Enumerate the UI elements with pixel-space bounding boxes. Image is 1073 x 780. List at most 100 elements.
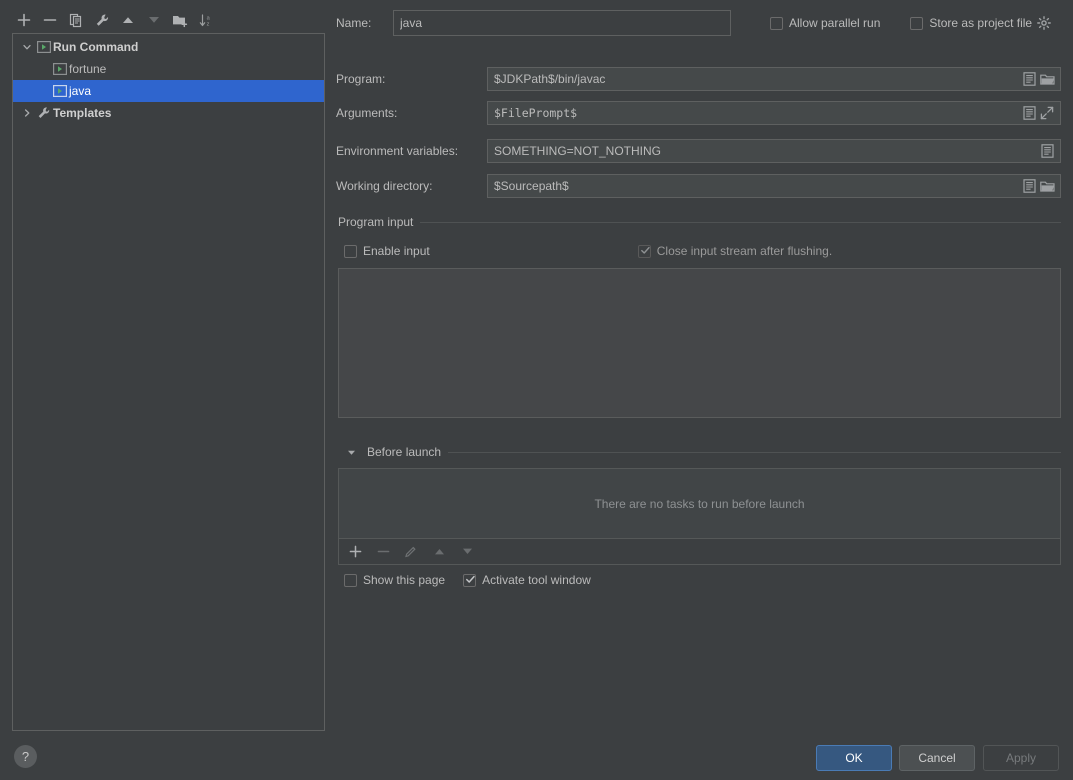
program-label: Program: [336, 72, 386, 86]
remove-configuration-button[interactable] [38, 8, 62, 32]
browse-folder-icon[interactable] [1038, 176, 1056, 196]
move-up-button[interactable] [116, 8, 140, 32]
name-label: Name: [336, 16, 372, 30]
edit-templates-button[interactable] [90, 8, 114, 32]
checkbox-box [463, 573, 477, 588]
chevron-down-icon[interactable] [19, 39, 35, 55]
before-launch-group-header[interactable]: Before launch [342, 442, 1061, 462]
gear-icon[interactable] [1035, 13, 1053, 33]
browse-folder-icon[interactable] [1038, 69, 1056, 89]
configurations-toolbar: a z [12, 7, 325, 33]
run-configuration-dialog: a z Run Command fortune java Templates N… [0, 0, 1073, 780]
help-button-label: ? [21, 749, 30, 764]
allow-parallel-run-checkbox[interactable]: Allow parallel run [770, 16, 880, 30]
add-task-button[interactable] [345, 542, 365, 562]
allow-parallel-run-label: Allow parallel run [789, 16, 881, 30]
before-launch-group-title: Before launch [367, 445, 442, 459]
environment-variables-input-value: SOMETHING=NOT_NOTHING [494, 144, 662, 158]
checkbox-box [344, 573, 357, 587]
before-launch-task-list[interactable]: There are no tasks to run before launch [338, 468, 1061, 539]
checkbox-box [344, 244, 357, 258]
run-config-icon [35, 39, 53, 55]
ok-button-label: OK [845, 751, 863, 765]
macro-list-icon[interactable] [1020, 176, 1038, 196]
enable-input-label: Enable input [363, 244, 430, 258]
working-directory-row: Working directory: $Sourcepath$ [336, 174, 1061, 198]
group-divider [420, 221, 1061, 223]
name-input-value: java [400, 16, 423, 30]
show-this-page-label: Show this page [363, 573, 446, 587]
program-input-value: $JDKPath$/bin/javac [494, 72, 606, 86]
environment-variables-row: Environment variables: SOMETHING=NOT_NOT… [336, 139, 1061, 163]
show-this-page-checkbox[interactable]: Show this page [344, 573, 445, 587]
activate-tool-window-checkbox[interactable]: Activate tool window [463, 573, 591, 587]
edit-task-button[interactable] [401, 542, 421, 562]
tree-item-label: Templates [53, 106, 112, 120]
apply-button[interactable]: Apply [983, 745, 1059, 771]
macro-list-icon[interactable] [1020, 69, 1038, 89]
tree-item-fortune[interactable]: fortune [13, 58, 324, 80]
name-input[interactable]: java [393, 10, 731, 36]
triangle-down-icon[interactable] [342, 442, 360, 462]
cancel-button-label: Cancel [918, 751, 956, 765]
bottom-options-row: Show this page Activate tool window [344, 573, 1061, 587]
program-input-group-title: Program input [338, 215, 414, 229]
macro-list-icon[interactable] [1020, 103, 1038, 123]
environment-variables-label: Environment variables: [336, 144, 459, 158]
tree-item-label: fortune [69, 62, 107, 76]
tree-item-java[interactable]: java [13, 80, 324, 102]
svg-text:a: a [206, 15, 210, 21]
close-input-stream-checkbox[interactable]: Close input stream after flushing. [637, 244, 833, 258]
enable-input-row: Enable input Close input stream after fl… [344, 244, 1061, 258]
program-input[interactable]: $JDKPath$/bin/javac [487, 67, 1061, 91]
help-button[interactable]: ? [14, 745, 37, 768]
configuration-editor: Name: java Allow parallel run Store as p… [336, 0, 1061, 780]
run-config-icon [51, 83, 69, 99]
apply-button-label: Apply [1005, 751, 1037, 765]
working-directory-label: Working directory: [336, 179, 433, 193]
run-config-icon [51, 61, 69, 77]
task-move-down-button[interactable] [457, 542, 477, 562]
remove-task-button[interactable] [373, 542, 393, 562]
task-move-up-button[interactable] [429, 542, 449, 562]
enable-input-checkbox[interactable]: Enable input [344, 244, 430, 258]
move-into-folder-button[interactable] [168, 8, 192, 32]
working-directory-input[interactable]: $Sourcepath$ [487, 174, 1061, 198]
program-row: Program: $JDKPath$/bin/javac [336, 67, 1061, 91]
close-input-stream-label: Close input stream after flushing. [656, 244, 833, 258]
macro-list-icon[interactable] [1038, 141, 1056, 161]
environment-variables-input[interactable]: SOMETHING=NOT_NOTHING [487, 139, 1061, 163]
name-row: Name: java Allow parallel run Store as p… [336, 10, 1061, 36]
expand-icon[interactable] [1038, 103, 1056, 123]
check-mark-icon [465, 574, 476, 588]
svg-text:z: z [206, 21, 209, 27]
before-launch-empty-text: There are no tasks to run before launch [594, 496, 805, 511]
move-down-button[interactable] [142, 8, 166, 32]
working-directory-input-value: $Sourcepath$ [494, 179, 569, 193]
store-as-project-file-label: Store as project file [929, 16, 1033, 30]
program-input-textarea[interactable] [338, 268, 1061, 418]
checkbox-box [637, 244, 651, 258]
activate-tool-window-label: Activate tool window [482, 573, 591, 587]
before-launch-toolbar [338, 539, 1061, 565]
tree-item-run-command[interactable]: Run Command [13, 36, 324, 58]
chevron-right-icon[interactable] [19, 105, 35, 121]
arguments-input[interactable]: $FilePrompt$ [487, 101, 1061, 125]
arguments-label: Arguments: [336, 106, 398, 120]
tree-item-label: java [69, 84, 92, 98]
copy-configuration-button[interactable] [64, 8, 88, 32]
group-divider [448, 451, 1061, 453]
add-configuration-button[interactable] [12, 8, 36, 32]
configurations-tree[interactable]: Run Command fortune java Templates [12, 33, 325, 731]
cancel-button[interactable]: Cancel [899, 745, 975, 771]
program-input-group-header: Program input [338, 215, 1061, 229]
sort-configurations-button[interactable]: a z [194, 8, 218, 32]
wrench-icon [35, 105, 53, 121]
tree-item-label: Run Command [53, 40, 139, 54]
checkbox-box [770, 16, 783, 30]
tree-item-templates[interactable]: Templates [13, 102, 324, 124]
arguments-input-value: $FilePrompt$ [494, 106, 578, 120]
checkbox-box [910, 16, 924, 30]
store-as-project-file-checkbox[interactable]: Store as project file [910, 16, 1032, 30]
ok-button[interactable]: OK [816, 745, 892, 771]
